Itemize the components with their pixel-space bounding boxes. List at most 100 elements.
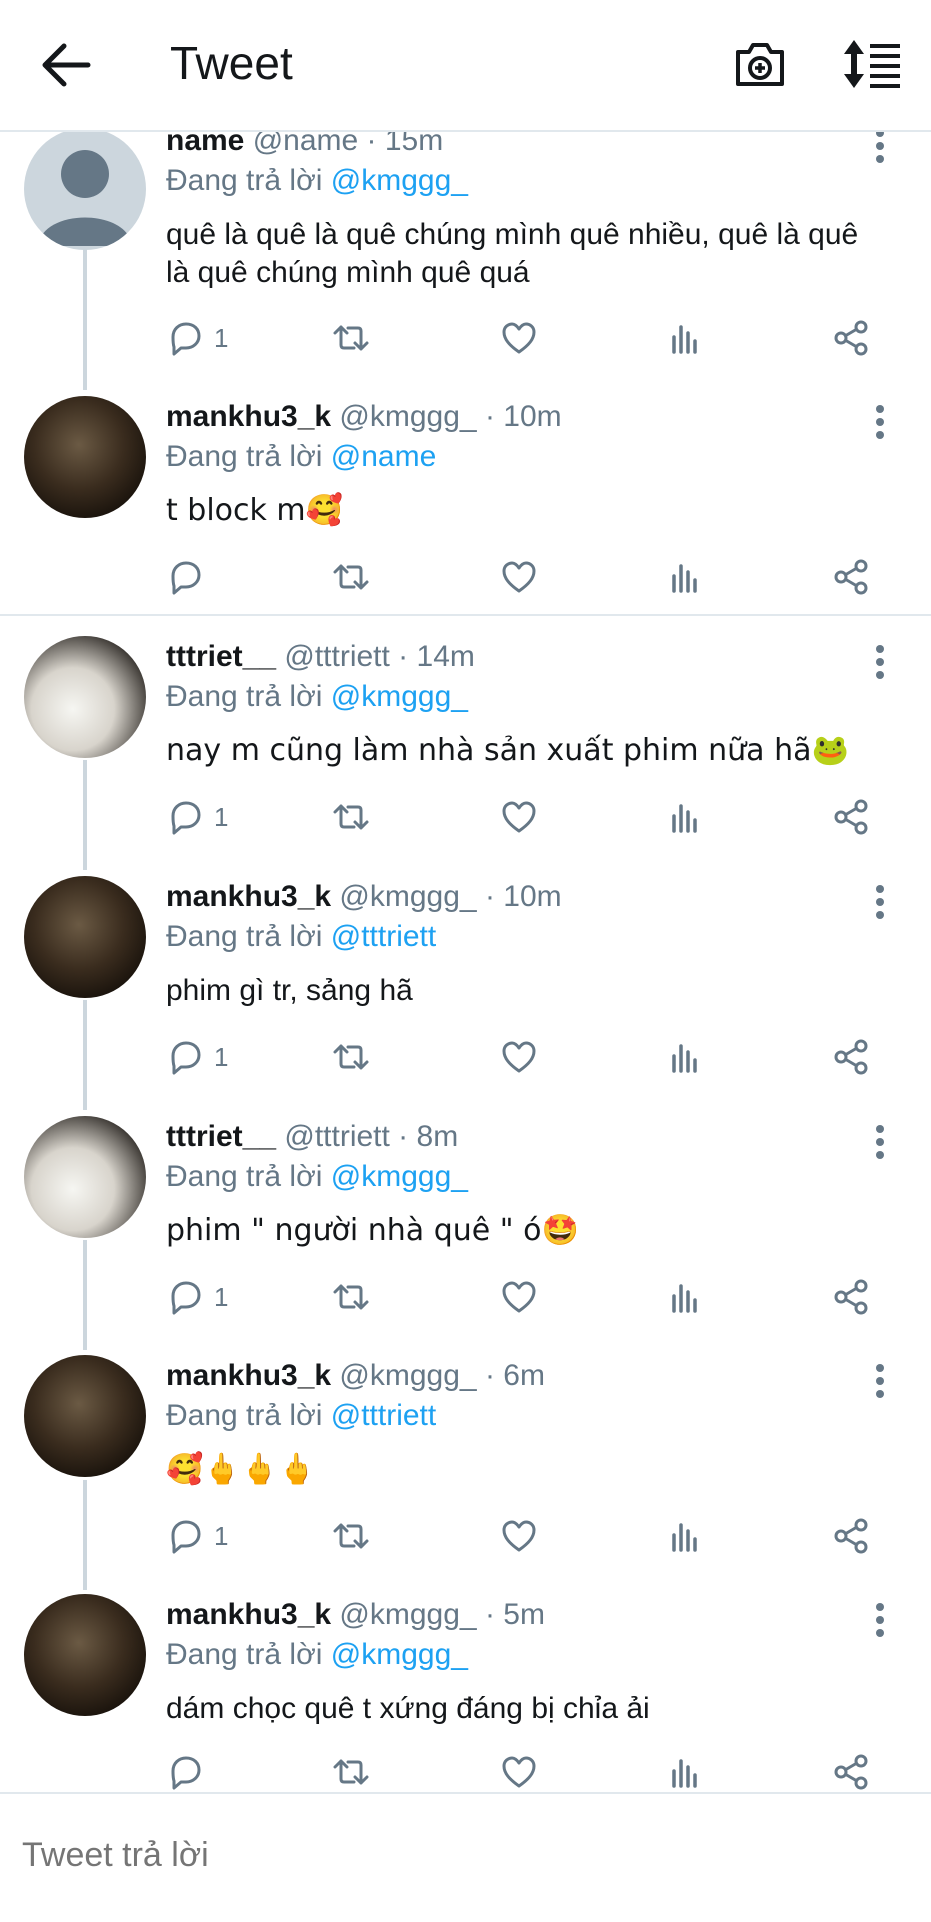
reply-button[interactable]: 1 bbox=[166, 1516, 228, 1556]
like-button[interactable] bbox=[500, 1277, 538, 1317]
tweet-author-name[interactable]: mankhu3_k bbox=[166, 1598, 331, 1631]
retweet-button[interactable] bbox=[332, 1516, 370, 1556]
mention-link[interactable]: @kmggg_ bbox=[331, 1638, 468, 1671]
reply-input[interactable] bbox=[20, 1824, 904, 1886]
mention-link[interactable]: @kmggg_ bbox=[331, 680, 468, 713]
back-arrow-icon[interactable] bbox=[38, 40, 94, 90]
reply-button[interactable]: 1 bbox=[166, 1277, 228, 1317]
avatar[interactable] bbox=[24, 1355, 146, 1477]
share-button[interactable] bbox=[832, 1277, 870, 1317]
mention-link[interactable]: @name bbox=[331, 440, 437, 473]
stats-button[interactable] bbox=[666, 557, 704, 597]
reply-button[interactable]: 1 bbox=[166, 797, 228, 837]
more-vertical-icon[interactable] bbox=[862, 644, 898, 680]
stats-icon bbox=[672, 804, 697, 833]
share-button[interactable] bbox=[832, 1752, 870, 1792]
reply-icon bbox=[171, 1520, 201, 1554]
like-button[interactable] bbox=[500, 1037, 538, 1077]
tweet-author-name[interactable]: mankhu3_k bbox=[166, 1359, 331, 1392]
stats-icon bbox=[672, 1284, 697, 1313]
avatar[interactable] bbox=[24, 876, 146, 998]
like-button[interactable] bbox=[500, 557, 538, 597]
top-app-bar: Tweet bbox=[0, 0, 931, 132]
retweet-button[interactable] bbox=[332, 1752, 370, 1792]
like-button[interactable] bbox=[500, 1516, 538, 1556]
stats-icon bbox=[672, 564, 697, 593]
retweet-button[interactable] bbox=[332, 557, 370, 597]
stats-icon bbox=[672, 1759, 697, 1788]
like-button[interactable] bbox=[500, 797, 538, 837]
like-icon bbox=[502, 801, 536, 833]
reply-button[interactable]: 1 bbox=[166, 1037, 228, 1077]
reply-icon bbox=[171, 801, 201, 835]
avatar[interactable] bbox=[24, 128, 146, 250]
tweet[interactable]: tttriet__ @tttriett · 14m Đang trả lời @… bbox=[0, 636, 931, 846]
reply-button[interactable] bbox=[166, 1752, 214, 1792]
retweet-button[interactable] bbox=[332, 797, 370, 837]
more-vertical-icon[interactable] bbox=[862, 884, 898, 920]
stats-button[interactable] bbox=[666, 1037, 704, 1077]
share-icon bbox=[834, 1754, 868, 1790]
tweet-author-name[interactable]: tttriet__ bbox=[166, 640, 276, 673]
more-vertical-icon[interactable] bbox=[862, 128, 898, 164]
mention-link[interactable]: @tttriett bbox=[331, 1399, 436, 1432]
retweet-button[interactable] bbox=[332, 1037, 370, 1077]
avatar[interactable] bbox=[24, 396, 146, 518]
retweet-button[interactable] bbox=[332, 1277, 370, 1317]
like-icon bbox=[502, 1281, 536, 1313]
tweet-author-name[interactable]: mankhu3_k bbox=[166, 880, 331, 913]
tweet-text: quê là quê là quê chúng mình quê nhiều, … bbox=[166, 218, 859, 289]
replying-to-label: Đang trả lời bbox=[166, 920, 331, 953]
more-vertical-icon[interactable] bbox=[862, 1124, 898, 1160]
share-icon bbox=[834, 799, 868, 835]
tweet-handle-time: @kmggg_ · 10m bbox=[339, 880, 562, 913]
camera-plus-icon[interactable] bbox=[732, 36, 788, 92]
share-icon bbox=[834, 1039, 868, 1075]
mention-link[interactable]: @kmggg_ bbox=[331, 1160, 468, 1193]
stats-button[interactable] bbox=[666, 1277, 704, 1317]
tweet-actions bbox=[166, 557, 886, 597]
tweet[interactable]: mankhu3_k @kmggg_ · 10m Đang trả lời @tt… bbox=[0, 876, 931, 1086]
tweet[interactable]: mankhu3_k @kmggg_ · 6m Đang trả lời @ttt… bbox=[0, 1355, 931, 1565]
more-vertical-icon[interactable] bbox=[862, 1363, 898, 1399]
tweet[interactable]: tttriet__ @tttriett · 8m Đang trả lời @k… bbox=[0, 1116, 931, 1326]
avatar[interactable] bbox=[24, 1594, 146, 1716]
share-button[interactable] bbox=[832, 797, 870, 837]
avatar[interactable] bbox=[24, 636, 146, 758]
tweet[interactable]: mankhu3_k @kmggg_ · 10m Đang trả lời @na… bbox=[0, 396, 931, 606]
reply-count: 1 bbox=[214, 322, 229, 353]
sort-icon[interactable] bbox=[842, 36, 902, 92]
tweet-text: 🥰🖕🖕🖕 bbox=[166, 1452, 316, 1487]
stats-button[interactable] bbox=[666, 1752, 704, 1792]
tweet[interactable]: mankhu3_k @kmggg_ · 5m Đang trả lời @kmg… bbox=[0, 1594, 931, 1792]
tweet-author-name[interactable]: mankhu3_k bbox=[166, 400, 331, 433]
like-button[interactable] bbox=[500, 1752, 538, 1792]
tweet[interactable]: name @name · 15m Đang trả lời @kmggg_ qu… bbox=[0, 120, 931, 380]
retweet-button[interactable] bbox=[332, 318, 370, 358]
tweet-author-name[interactable]: tttriet__ bbox=[166, 1120, 276, 1153]
stats-button[interactable] bbox=[666, 1516, 704, 1556]
tweet-actions: 1 bbox=[166, 1037, 886, 1077]
share-button[interactable] bbox=[832, 1037, 870, 1077]
share-button[interactable] bbox=[832, 1516, 870, 1556]
retweet-icon bbox=[333, 804, 369, 830]
stats-button[interactable] bbox=[666, 318, 704, 358]
share-button[interactable] bbox=[832, 557, 870, 597]
like-icon bbox=[502, 1041, 536, 1073]
avatar[interactable] bbox=[24, 1116, 146, 1238]
stats-icon bbox=[672, 325, 697, 354]
share-icon bbox=[834, 1518, 868, 1554]
tweet-actions: 1 bbox=[166, 1277, 886, 1317]
more-vertical-icon[interactable] bbox=[862, 404, 898, 440]
mention-link[interactable]: @tttriett bbox=[331, 920, 436, 953]
mention-link[interactable]: @kmggg_ bbox=[331, 164, 468, 197]
reply-button[interactable]: 1 bbox=[166, 318, 228, 358]
stats-button[interactable] bbox=[666, 797, 704, 837]
tweet-actions: 1 bbox=[166, 318, 886, 358]
share-button[interactable] bbox=[832, 318, 870, 358]
reply-icon bbox=[171, 1281, 201, 1315]
more-vertical-icon[interactable] bbox=[862, 1602, 898, 1638]
reply-button[interactable] bbox=[166, 557, 214, 597]
like-button[interactable] bbox=[500, 318, 538, 358]
reply-count: 1 bbox=[214, 1520, 229, 1551]
